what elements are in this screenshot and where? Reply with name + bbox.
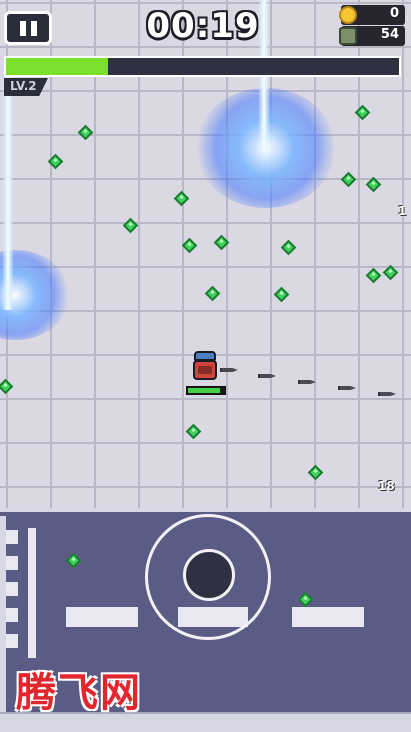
tiled-floor (0, 0, 411, 515)
lightning-bolt (2, 70, 14, 310)
enemy-indicator-label: 1 (398, 204, 407, 218)
lane-dash (66, 607, 138, 627)
crosswalk-stripe (6, 530, 18, 544)
game-viewport[interactable]: 1 18 00:19 0 54 LV.2 腾飞网 (0, 0, 411, 732)
crosswalk-stripe (6, 608, 18, 622)
lane-dash (292, 607, 364, 627)
coin-counter: 0 (339, 5, 405, 25)
pause-icon (31, 21, 37, 36)
kill-counter: 54 (339, 26, 405, 46)
player-character (192, 351, 218, 381)
skull-icon (339, 27, 357, 45)
pause-button[interactable] (4, 11, 52, 45)
enemy-indicator-label: 18 (378, 479, 395, 493)
player-beard (198, 366, 212, 374)
survival-timer: 00:19 (146, 6, 260, 46)
lane-marking (28, 528, 36, 658)
xp-progress-bar (4, 56, 401, 77)
player-health-bar (186, 386, 226, 395)
crosswalk-stripe (6, 556, 18, 570)
crosswalk-stripe (6, 634, 18, 648)
pause-icon (20, 21, 26, 36)
player-health-fill (188, 388, 221, 393)
curb-left (0, 516, 6, 732)
kill-count: 54 (380, 27, 399, 42)
xp-progress-fill (6, 58, 109, 75)
watermark-logo: 腾飞网 (16, 670, 142, 716)
level-label: LV.2 (10, 79, 37, 93)
joystick-knob[interactable] (183, 549, 235, 601)
coin-icon (339, 6, 357, 24)
crosswalk-stripe (6, 582, 18, 596)
coin-count: 0 (389, 6, 399, 21)
